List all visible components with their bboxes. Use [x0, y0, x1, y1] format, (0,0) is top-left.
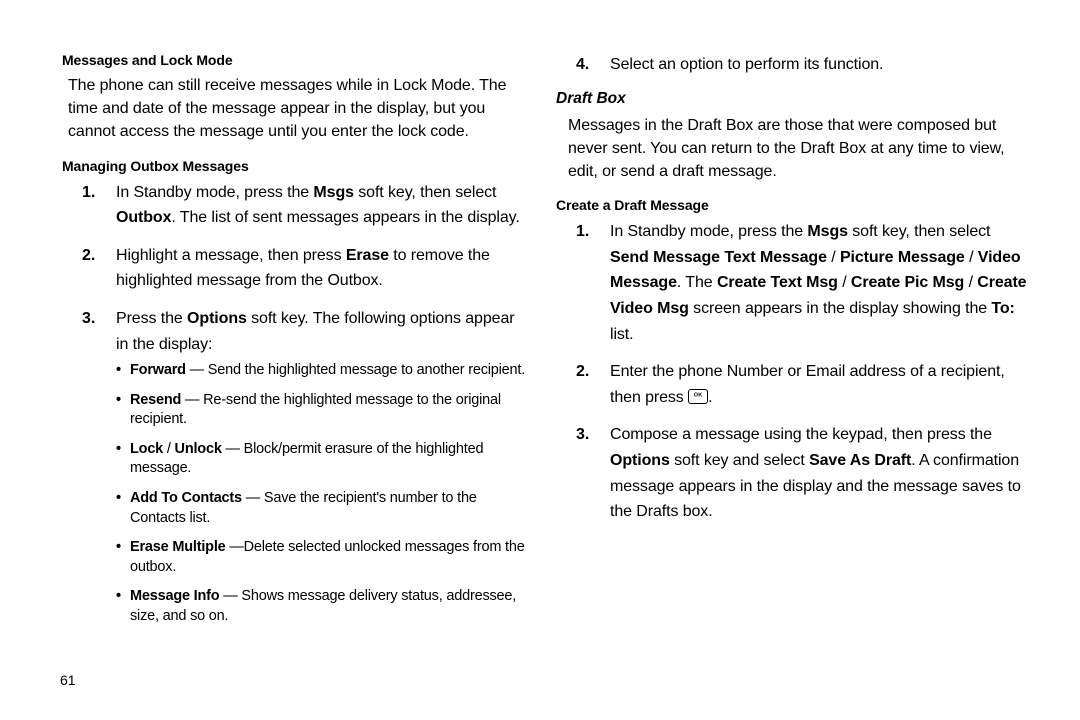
left-column: Messages and Lock Mode The phone can sti… [62, 52, 546, 690]
list-item: Erase Multiple —Delete selected unlocked… [116, 538, 526, 577]
paragraph-lock-mode: The phone can still receive messages whi… [68, 74, 520, 144]
list-item: Select an option to perform its function… [576, 52, 1030, 78]
heading-messages-lock-mode: Messages and Lock Mode [62, 52, 526, 68]
list-item: Compose a message using the keypad, then… [576, 422, 1030, 524]
page-number: 61 [60, 672, 76, 688]
ok-key-icon [688, 389, 708, 404]
draft-steps: In Standby mode, press the Msgs soft key… [576, 219, 1030, 525]
list-item: Forward — Send the highlighted message t… [116, 361, 526, 381]
list-item: In Standby mode, press the Msgs soft key… [82, 180, 526, 231]
outbox-steps-cont: Select an option to perform its function… [576, 52, 1030, 78]
list-item: Resend — Re-send the highlighted message… [116, 391, 526, 430]
list-item: In Standby mode, press the Msgs soft key… [576, 219, 1030, 347]
heading-managing-outbox: Managing Outbox Messages [62, 158, 526, 174]
list-item: Enter the phone Number or Email address … [576, 359, 1030, 410]
manual-page: Messages and Lock Mode The phone can sti… [0, 0, 1080, 720]
heading-create-draft: Create a Draft Message [556, 197, 1030, 213]
outbox-steps: In Standby mode, press the Msgs soft key… [82, 180, 526, 627]
list-item: Highlight a message, then press Erase to… [82, 243, 526, 294]
right-column: Select an option to perform its function… [546, 52, 1030, 690]
list-item: Lock / Unlock — Block/permit erasure of … [116, 440, 526, 479]
heading-draft-box: Draft Box [556, 90, 1030, 108]
options-bullets: Forward — Send the highlighted message t… [116, 361, 526, 626]
list-item: Add To Contacts — Save the recipient's n… [116, 489, 526, 528]
paragraph-draft-intro: Messages in the Draft Box are those that… [568, 114, 1024, 184]
list-item: Message Info — Shows message delivery st… [116, 587, 526, 626]
list-item: Press the Options soft key. The followin… [82, 306, 526, 626]
